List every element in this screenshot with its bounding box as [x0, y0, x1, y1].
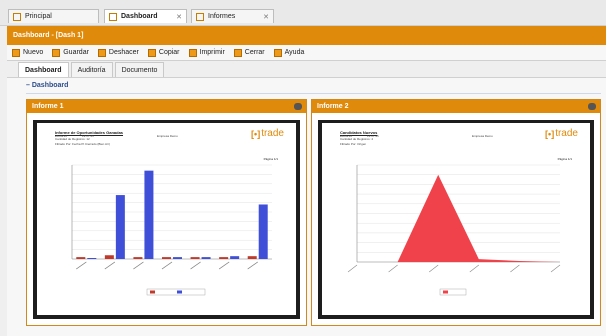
bar [162, 257, 171, 259]
x-tick-label [388, 264, 398, 273]
guardar-button[interactable]: Guardar [52, 48, 89, 57]
subtab-documento[interactable]: Documento [114, 62, 165, 77]
report-page: Candidatos Nuevos Cantidad de Registros:… [322, 123, 590, 315]
print-icon [188, 48, 197, 57]
bar [219, 257, 229, 259]
toolbar: Nuevo Guardar Deshacer Copiar Imprimir C… [7, 45, 606, 61]
section-title-label: Dashboard [31, 82, 69, 89]
bar [104, 255, 114, 259]
panel-title: Informe 2 [312, 100, 600, 113]
tab-label: Principal [25, 13, 52, 20]
tab-label: Informes [208, 13, 236, 20]
x-tick-label [247, 261, 258, 270]
x-tick-label [429, 264, 439, 273]
bar-chart [71, 164, 272, 296]
bar [173, 257, 182, 259]
legend-swatch [443, 290, 448, 294]
copiar-button[interactable]: Copiar [147, 48, 180, 57]
close-icon [233, 48, 242, 57]
tab-label: Dashboard [121, 13, 158, 20]
x-tick-label [76, 261, 87, 270]
bar [258, 204, 268, 259]
bar [190, 257, 200, 259]
panel-title: Informe 1 [27, 100, 306, 113]
area-chart [347, 164, 561, 296]
bar [201, 257, 211, 259]
button-label: Cerrar [244, 49, 265, 56]
x-tick-label [190, 261, 201, 270]
help-icon [273, 48, 282, 57]
imprimir-button[interactable]: Imprimir [188, 48, 225, 57]
panel-menu-icon[interactable] [294, 103, 302, 110]
report-frame: Candidatos Nuevos Cantidad de Registros:… [318, 120, 594, 319]
panel-menu-icon[interactable] [588, 103, 596, 110]
x-tick-label [347, 264, 358, 273]
report-frame: Informe de Oportunidades Ganadas Cantida… [33, 120, 300, 319]
report-page: Informe de Oportunidades Ganadas Cantida… [37, 123, 296, 315]
bar [133, 257, 143, 259]
x-tick-label [161, 261, 173, 270]
legend-swatch [150, 290, 155, 294]
legend-swatch [177, 290, 182, 294]
x-tick-label [133, 261, 144, 270]
button-label: Copiar [158, 49, 180, 56]
new-icon [12, 48, 20, 57]
area-series [357, 174, 560, 262]
panel-informe-2: Informe 2 Candidatos Nuevos Cantidad de … [311, 99, 601, 326]
subtab-auditoria[interactable]: Auditoría [70, 62, 113, 77]
legend-box [146, 288, 206, 296]
ayuda-button[interactable]: Ayuda [273, 48, 305, 57]
close-icon[interactable]: ✕ [263, 13, 269, 21]
tab-informes[interactable]: Informes ✕ [191, 9, 274, 23]
button-label: Deshacer [108, 49, 139, 56]
document-icon [196, 12, 204, 21]
divider [26, 93, 601, 94]
x-tick-label [104, 261, 116, 270]
copy-icon [147, 48, 156, 57]
bar [87, 258, 97, 259]
x-tick-label [218, 261, 230, 270]
document-icon [109, 12, 117, 21]
bar [247, 256, 257, 259]
button-label: Ayuda [284, 49, 305, 56]
deshacer-button[interactable]: Deshacer [97, 48, 139, 57]
bar [144, 170, 154, 259]
bar [76, 257, 86, 259]
close-icon[interactable]: ✕ [176, 13, 182, 21]
sub-tab-bar: Dashboard Auditoría Documento [18, 62, 166, 77]
button-label: Imprimir [199, 49, 225, 56]
window-title: Dashboard - [Dash 1] [7, 26, 606, 45]
x-tick-label [469, 264, 479, 273]
x-tick-label [510, 264, 520, 273]
tab-principal[interactable]: Principal [8, 9, 99, 23]
bar [115, 195, 125, 259]
save-icon [52, 48, 61, 57]
cerrar-button[interactable]: Cerrar [233, 48, 265, 57]
subtab-dashboard[interactable]: Dashboard [18, 62, 69, 77]
panel-informe-1: Informe 1 Informe de Oportunidades Ganad… [26, 99, 307, 326]
bar [230, 256, 240, 259]
tab-dashboard[interactable]: Dashboard ✕ [104, 9, 187, 23]
collapse-icon: – [26, 82, 30, 89]
button-label: Guardar [63, 49, 89, 56]
nuevo-button[interactable]: Nuevo [12, 48, 44, 57]
button-label: Nuevo [23, 49, 44, 56]
section-title[interactable]: – Dashboard [26, 82, 68, 89]
document-icon [13, 12, 21, 21]
x-tick-label [550, 264, 561, 273]
undo-icon [97, 48, 106, 57]
